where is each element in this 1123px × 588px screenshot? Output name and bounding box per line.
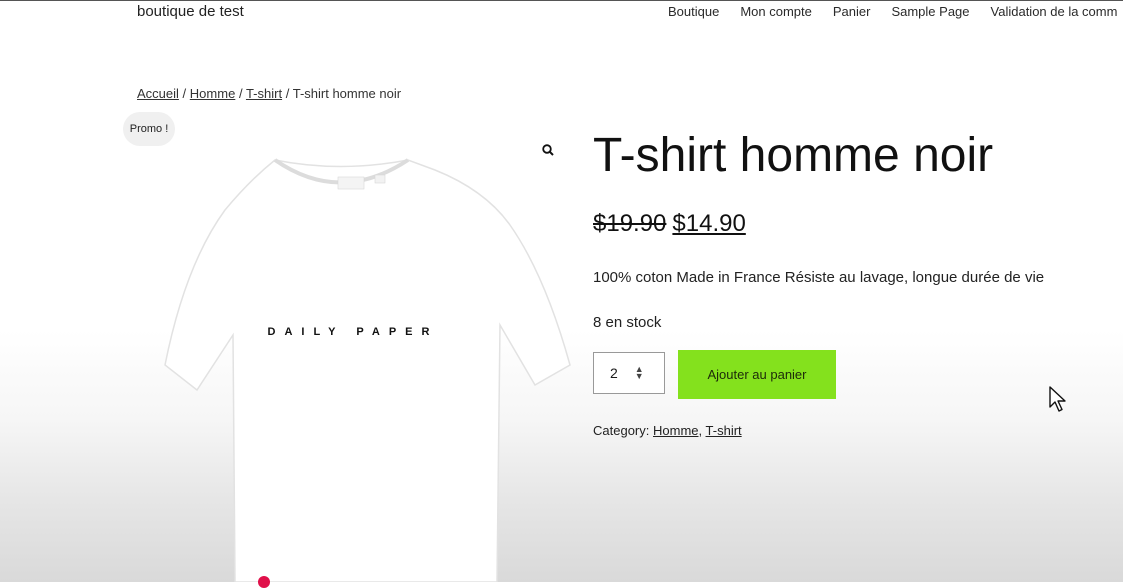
breadcrumb-sep: / — [238, 86, 243, 101]
magnifier-icon[interactable] — [541, 143, 555, 157]
breadcrumb-tshirt[interactable]: T-shirt — [246, 86, 282, 101]
nav-item-mon-compte[interactable]: Mon compte — [740, 4, 812, 19]
product-image[interactable]: DAILY PAPER — [125, 135, 585, 582]
red-dot — [258, 576, 270, 588]
breadcrumb-accueil[interactable]: Accueil — [137, 86, 179, 101]
category-label: Category: — [593, 423, 650, 438]
breadcrumb-current: T-shirt homme noir — [292, 86, 402, 101]
promo-badge: Promo ! — [123, 112, 175, 146]
nav-wrap: Boutique Mon compte Panier Sample Page V… — [0, 0, 1123, 30]
stepper-arrows-icon[interactable]: ▲ ▼ — [635, 365, 644, 381]
product-category: Category: Homme, T-shirt — [593, 423, 742, 438]
nav-item-sample-page[interactable]: Sample Page — [891, 4, 969, 19]
product-title: T-shirt homme noir — [593, 129, 994, 182]
tshirt-print: DAILY PAPER — [268, 326, 439, 338]
tshirt-tag — [337, 176, 365, 190]
tshirt-shape — [164, 159, 571, 582]
tshirt-tag-small — [374, 174, 386, 184]
product-price: $19.90 $14.90 — [593, 210, 746, 238]
sale-price: $14.90 — [672, 210, 746, 237]
stock-status: 8 en stock — [593, 314, 662, 331]
product-description: 100% coton Made in France Résiste au lav… — [593, 269, 1045, 286]
nav-item-validation[interactable]: Validation de la comm — [991, 4, 1118, 19]
quantity-value[interactable]: 2 — [610, 365, 618, 381]
breadcrumb-sep: / — [285, 86, 290, 101]
main-nav: Boutique Mon compte Panier Sample Page V… — [668, 4, 1117, 19]
breadcrumb: Accueil / Homme / T-shirt / T-shirt homm… — [137, 86, 401, 101]
add-to-cart-button[interactable]: Ajouter au panier — [678, 350, 836, 399]
category-link-tshirt[interactable]: T-shirt — [706, 423, 742, 438]
nav-item-panier[interactable]: Panier — [833, 4, 871, 19]
category-sep: , — [698, 423, 703, 438]
breadcrumb-homme[interactable]: Homme — [190, 86, 236, 101]
nav-item-boutique[interactable]: Boutique — [668, 4, 719, 19]
breadcrumb-sep: / — [182, 86, 187, 101]
quantity-stepper[interactable]: 2 ▲ ▼ — [593, 352, 665, 394]
old-price: $19.90 — [593, 210, 667, 237]
mouse-pointer-icon — [1049, 386, 1066, 412]
category-link-homme[interactable]: Homme — [653, 423, 699, 438]
